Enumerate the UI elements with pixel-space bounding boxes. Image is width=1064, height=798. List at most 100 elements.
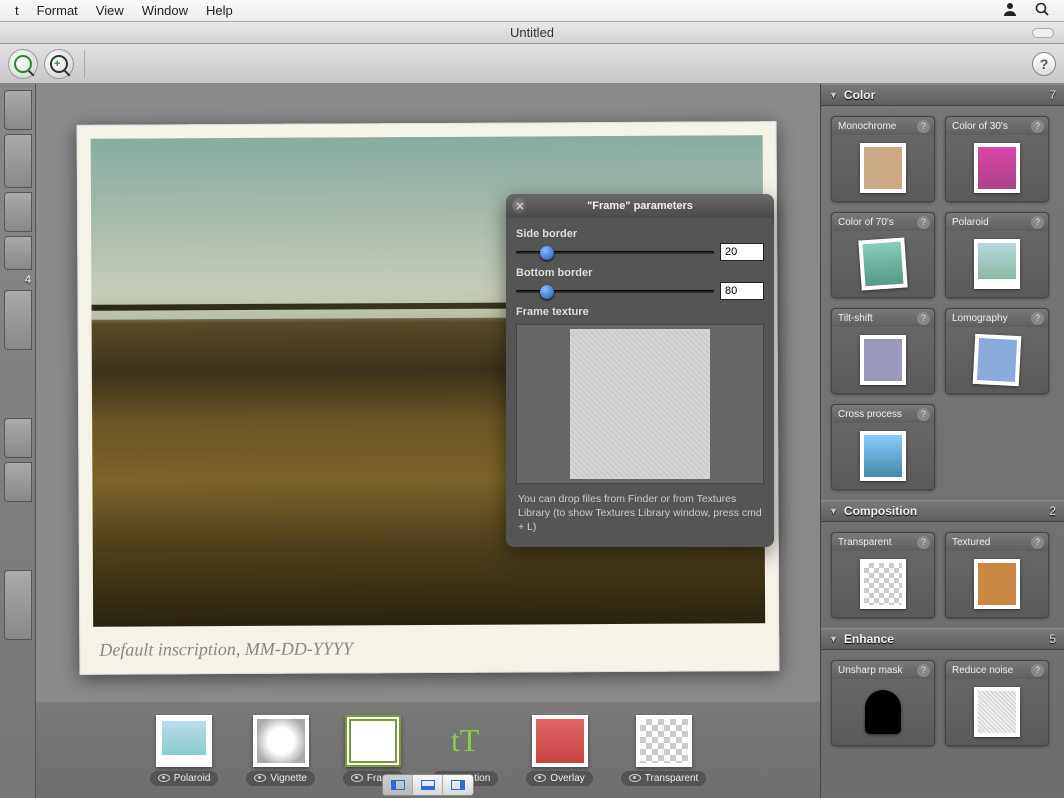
help-icon[interactable]: ? [917,536,930,549]
preset-title: Textured? [946,533,1048,551]
help-icon[interactable]: ? [917,312,930,325]
left-tab[interactable] [4,192,32,232]
section-header[interactable]: ▼Composition2 [821,500,1064,522]
effect-polaroid[interactable]: Polaroid [150,715,219,786]
visibility-icon[interactable] [534,774,546,782]
panel-header[interactable]: ✕ "Frame" parameters [506,194,774,218]
effect-vignette[interactable]: Vignette [246,715,315,786]
help-icon[interactable]: ? [917,120,930,133]
preset-card[interactable]: Transparent? [831,532,935,618]
left-tab[interactable] [4,462,32,502]
preset-card[interactable]: Reduce noise? [945,660,1049,746]
visibility-icon[interactable] [629,774,641,782]
preset-thumb [946,231,1048,297]
preset-title: Lomography? [946,309,1048,327]
menu-item[interactable]: t [6,3,28,18]
left-sidebar: 4 [0,84,36,798]
preset-grid: Transparent? Textured? [821,522,1064,628]
toolbar: + ? [0,44,1064,84]
frame-texture-label: Frame texture [516,306,764,318]
left-tab[interactable] [4,236,32,270]
preset-thumb [832,423,934,489]
disclosure-icon: ▼ [829,634,838,644]
preset-grid: Monochrome? Color of 30's? Color of 70's?P… [821,106,1064,500]
zoom-in-button[interactable]: + [44,49,74,79]
search-icon[interactable] [1026,1,1058,20]
preset-title: Unsharp mask? [832,661,934,679]
preset-card[interactable]: Monochrome? [831,116,935,202]
effect-label[interactable]: Overlay [526,771,592,786]
preset-thumb [946,679,1048,745]
preset-card[interactable]: Polaroid? [945,212,1049,298]
help-icon[interactable]: ? [1031,216,1044,229]
disclosure-icon: ▼ [829,90,838,100]
preset-title: Tilt-shift? [832,309,934,327]
user-icon[interactable] [994,1,1026,20]
preset-thumb [832,135,934,201]
preset-card[interactable]: Tilt-shift? [831,308,935,394]
zoom-fit-button[interactable] [8,49,38,79]
preset-card[interactable]: Unsharp mask? [831,660,935,746]
toolbar-toggle-pill[interactable] [1032,28,1054,38]
preset-thumb [832,551,934,617]
bottom-border-value[interactable]: 80 [720,282,764,300]
left-badge: 4 [0,274,35,286]
view-right-panel[interactable] [443,775,473,795]
help-icon[interactable]: ? [917,664,930,677]
preset-card[interactable]: Color of 70's? [831,212,935,298]
left-tab[interactable] [4,570,32,640]
left-tab[interactable] [4,290,32,350]
visibility-icon[interactable] [254,774,266,782]
texture-drop-zone[interactable] [516,324,764,484]
preset-card[interactable]: Color of 30's? [945,116,1049,202]
title-bar: Untitled [0,22,1064,44]
preset-title: Reduce noise? [946,661,1048,679]
side-border-slider[interactable] [516,245,714,259]
effect-label[interactable]: Polaroid [150,771,219,786]
left-tab[interactable] [4,418,32,458]
help-icon[interactable]: ? [917,216,930,229]
side-border-value[interactable]: 20 [720,243,764,261]
menu-item-help[interactable]: Help [197,3,242,18]
close-icon[interactable]: ✕ [512,198,528,214]
left-tab[interactable] [4,134,32,188]
frame-parameters-panel[interactable]: ✕ "Frame" parameters Side border 20 Bott… [506,194,774,547]
section-header[interactable]: ▼Enhance5 [821,628,1064,650]
effect-transparent[interactable]: Transparent [621,715,707,786]
help-icon[interactable]: ? [917,408,930,421]
effect-thumb [156,715,212,767]
preset-card[interactable]: Textured? [945,532,1049,618]
preset-card[interactable]: Lomography? [945,308,1049,394]
effect-thumb [532,715,588,767]
preset-thumb [946,327,1048,393]
preset-title: Color of 30's? [946,117,1048,135]
visibility-icon[interactable] [158,774,170,782]
menu-item-view[interactable]: View [87,3,133,18]
preset-card[interactable]: Cross process? [831,404,935,490]
help-icon[interactable]: ? [1031,664,1044,677]
preset-thumb [832,327,934,393]
view-switcher [382,774,474,796]
preset-grid: Unsharp mask? Reduce noise? [821,650,1064,756]
menu-item-format[interactable]: Format [28,3,87,18]
menu-item-window[interactable]: Window [133,3,197,18]
help-icon[interactable]: ? [1031,312,1044,325]
caption-text[interactable]: Default inscription, MM-DD-YYYY [99,638,353,660]
visibility-icon[interactable] [351,774,363,782]
view-left-panel[interactable] [383,775,413,795]
preset-thumb [832,679,934,745]
help-icon[interactable]: ? [1031,536,1044,549]
effect-thumb [345,715,401,767]
bottom-border-slider[interactable] [516,284,714,298]
divider [84,50,85,78]
effect-label[interactable]: Vignette [246,771,315,786]
left-tab[interactable] [4,90,32,130]
view-bottom-panel[interactable] [413,775,443,795]
help-icon[interactable]: ? [1031,120,1044,133]
section-header[interactable]: ▼Color7 [821,84,1064,106]
side-border-label: Side border [516,228,764,240]
effect-label[interactable]: Transparent [621,771,707,786]
bottom-border-label: Bottom border [516,267,764,279]
effect-overlay[interactable]: Overlay [526,715,592,786]
help-button[interactable]: ? [1032,52,1056,76]
